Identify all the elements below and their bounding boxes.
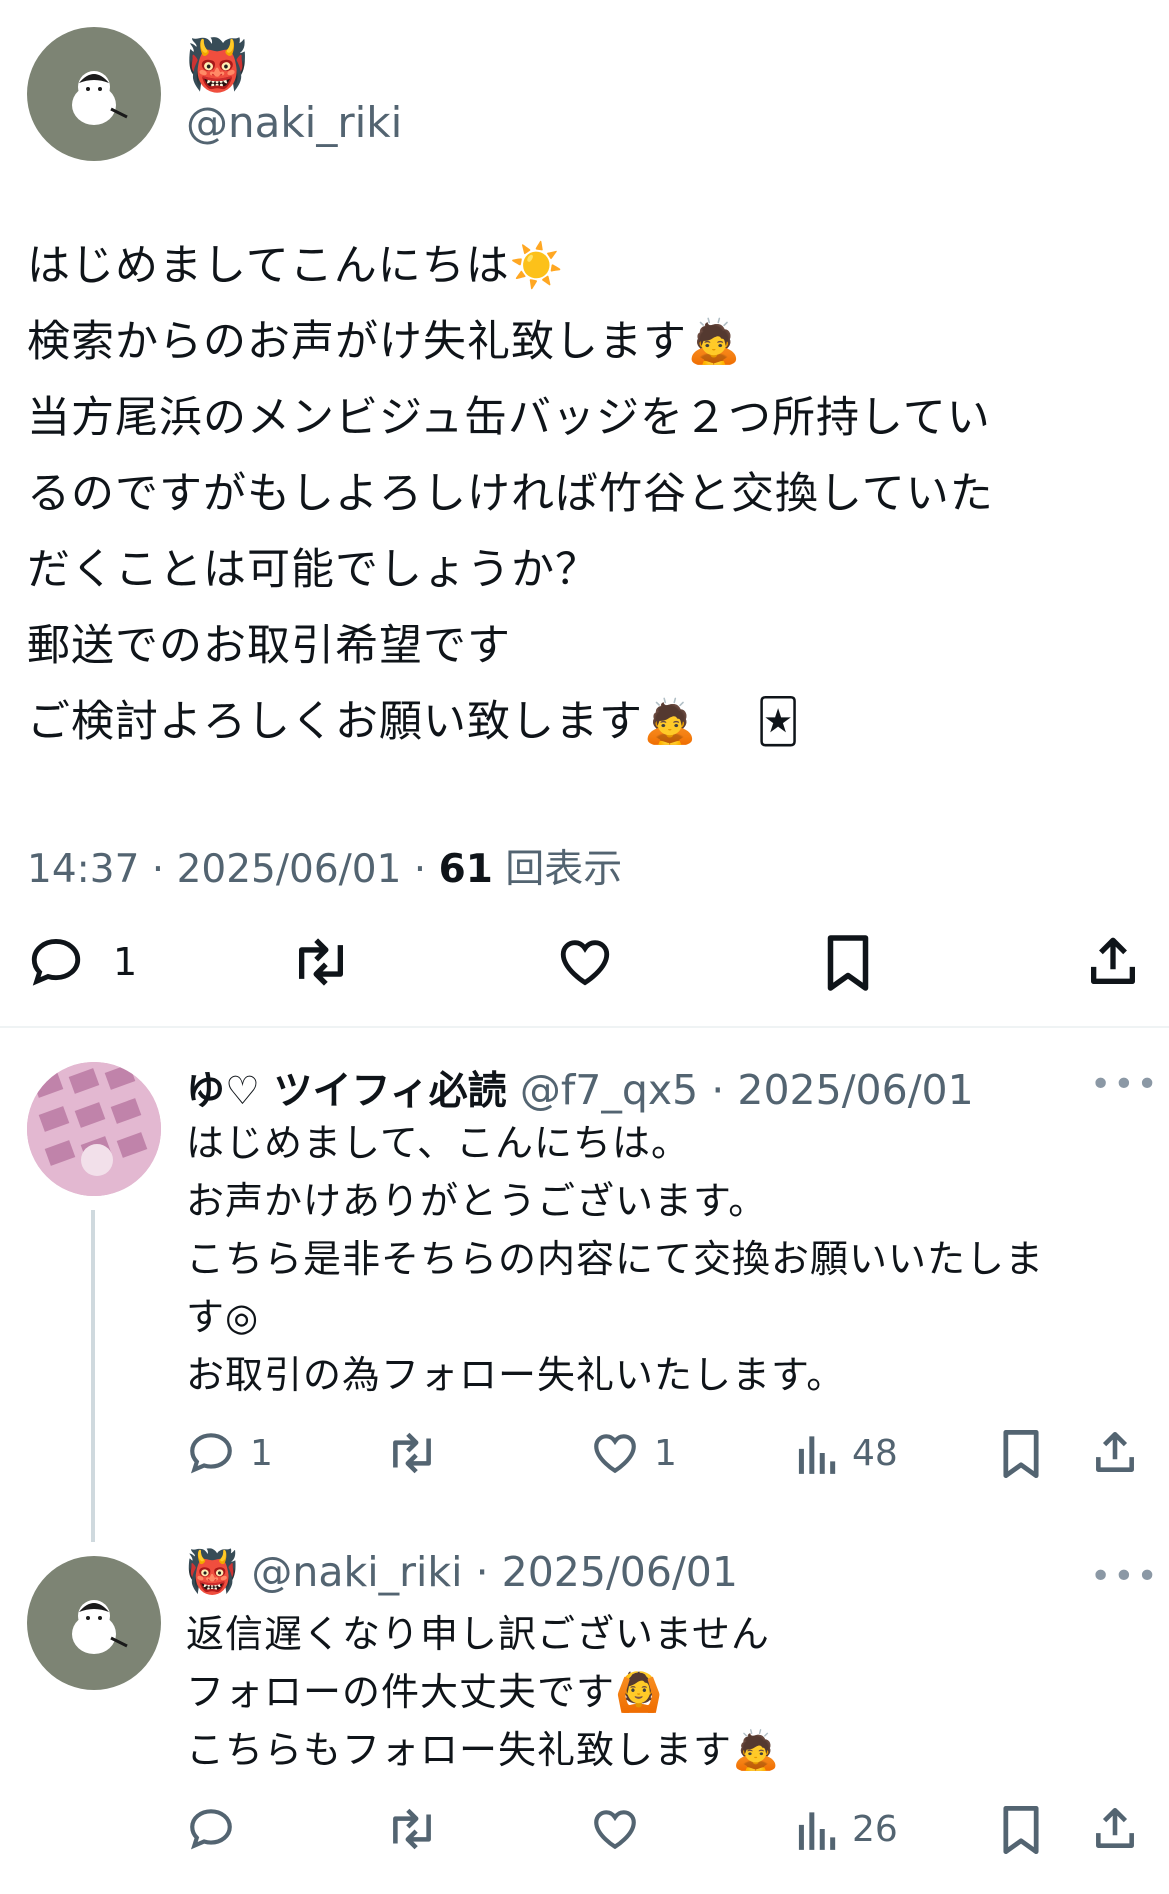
like-button[interactable]: 1 [590,1428,677,1478]
tweet-line: 検索からのお声がけ失礼致します🙇 [27,317,742,367]
views-icon [794,1428,838,1478]
like-count: 1 [654,1432,677,1474]
bookmark-icon [999,1804,1043,1856]
reply-handle[interactable]: @f7_qx5 [520,1066,698,1114]
reply-line: こちらもフォロー失礼致します🙇 [186,1728,781,1772]
meta-separator: · [401,847,439,892]
reply-body: 返信遅くなり申し訳ございません フォローの件大丈夫です🙆 こちらもフォロー失礼致… [186,1605,780,1779]
tweet-line: ご検討よろしくお願い致します🙇 🃏 [27,697,802,747]
reply-icon [27,933,85,991]
bookmark-icon [822,933,874,993]
reply-handle[interactable]: @naki_riki [251,1548,462,1596]
like-icon [590,1428,640,1478]
tweet-line: るのですがもしよろしければ竹谷と交換していた [27,469,994,519]
tweet-line: はじめましてこんにちは☀️ [27,241,565,291]
tweet-time[interactable]: 14:37 [27,847,139,892]
reply-date[interactable]: 2025/06/01 [502,1548,738,1596]
views-count: 26 [852,1808,898,1850]
bookmark-button[interactable] [999,1804,1043,1856]
bookmark-button[interactable] [822,933,874,993]
bookmark-button[interactable] [999,1428,1043,1480]
reply-icon [186,1428,236,1478]
meta-separator: · [462,1548,502,1596]
share-icon [1090,1804,1140,1854]
more-icon[interactable]: ••• [1090,1064,1160,1105]
share-button[interactable] [1090,1804,1140,1854]
author-avatar[interactable] [27,27,161,161]
reply-count: 1 [113,940,138,984]
share-icon [1090,1428,1140,1478]
reply-count: 1 [250,1432,273,1474]
reply-line: フォローの件大丈夫です🙆 [186,1670,664,1714]
tweet-line: 郵送でのお取引希望です [27,621,511,671]
tweet-meta: 14:37 · 2025/06/01 · 61 回表示 [27,838,622,894]
views-label: 回表示 [505,847,623,892]
tweet-line: 当方尾浜のメンビジュ缶バッジを２つ所持してい [27,393,991,443]
reply-body: はじめまして、こんにちは。 お声かけありがとうございます。 こちら是非そちらの内… [186,1114,1044,1404]
reply-button[interactable] [186,1804,236,1854]
retweet-icon [385,1428,439,1478]
like-icon [555,933,615,991]
divider [0,1026,1169,1028]
reply-line: お取引の為フォロー失礼いたします。 [186,1353,846,1397]
like-button[interactable] [590,1804,640,1854]
reply-line: こちら是非そちらの内容にて交換お願いいたしま [186,1237,1045,1281]
like-icon [590,1804,640,1854]
display-name[interactable]: ゆ♡ ツイフィ必読 [186,1069,507,1114]
more-icon[interactable]: ••• [1090,1556,1160,1597]
author-emoji: 👹 [186,36,249,94]
reply-date[interactable]: 2025/06/01 [737,1066,973,1114]
retweet-button[interactable] [385,1428,439,1478]
reply-line: す◎ [186,1295,260,1339]
retweet-button[interactable] [289,933,353,991]
bookmark-icon [999,1428,1043,1480]
share-icon [1084,933,1142,991]
reply-header: ゆ♡ ツイフィ必読 @f7_qx5 · 2025/06/01 [186,1060,974,1116]
reply-button[interactable]: 1 [27,933,137,991]
views-count: 61 [438,847,493,892]
meta-separator: · [139,847,177,892]
reply-header: 👹 @naki_riki · 2025/06/01 [186,1548,738,1596]
views-icon [794,1804,838,1854]
reply-avatar[interactable] [27,1556,161,1690]
views-count: 48 [852,1432,898,1474]
retweet-button[interactable] [385,1804,439,1854]
reply-line: はじめまして、こんにちは。 [186,1121,690,1165]
retweet-icon [385,1804,439,1854]
views-button[interactable]: 26 [794,1804,898,1854]
thread-line [91,1210,95,1542]
like-button[interactable] [555,933,615,991]
reply-button[interactable]: 1 [186,1428,273,1478]
reply-icon [186,1804,236,1854]
share-button[interactable] [1090,1428,1140,1478]
reply-avatar[interactable] [27,1062,161,1196]
share-button[interactable] [1084,933,1142,991]
tweet-body: はじめましてこんにちは☀️ 検索からのお声がけ失礼致します🙇 当方尾浜のメンビジ… [27,228,994,760]
views-button[interactable]: 48 [794,1428,898,1478]
meta-separator: · [698,1066,738,1114]
author-handle[interactable]: @naki_riki [186,98,402,147]
tweet-date[interactable]: 2025/06/01 [177,847,402,892]
reply-line: お声かけありがとうございます。 [186,1179,768,1223]
author-emoji: 👹 [186,1547,239,1596]
retweet-icon [289,933,353,991]
tweet-line: だくことは可能でしょうか？ [27,545,599,595]
reply-line: 返信遅くなり申し訳ございません [186,1612,770,1656]
